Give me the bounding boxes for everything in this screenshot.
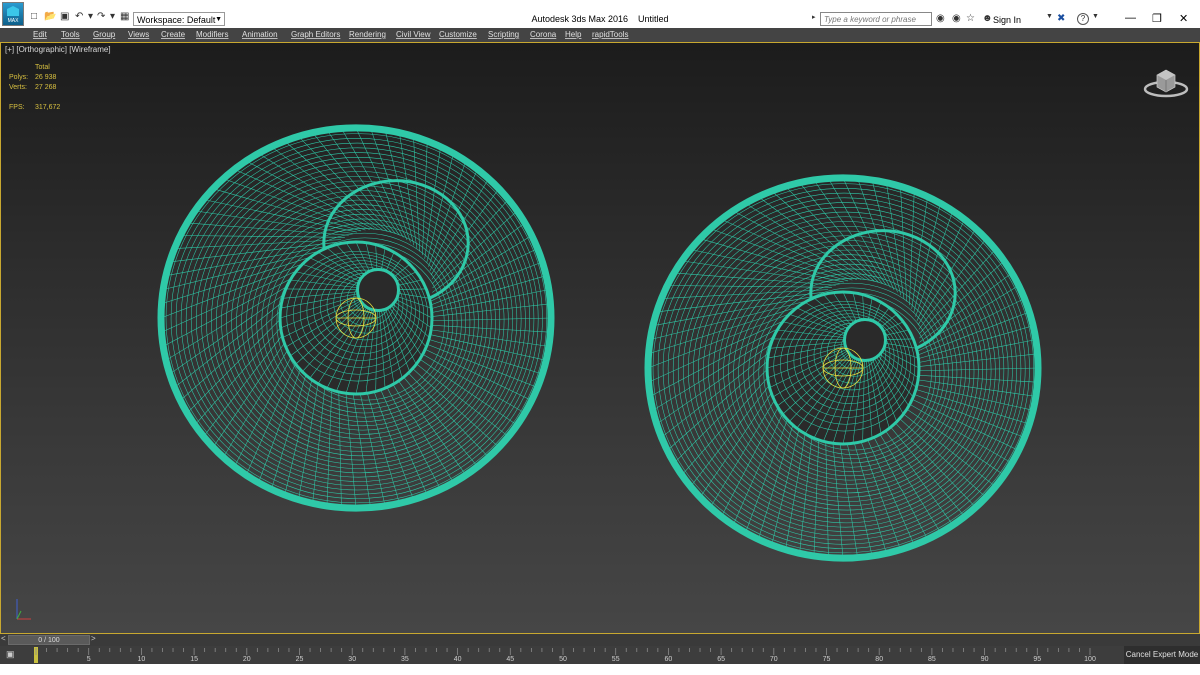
menu-modifiers[interactable]: Modifiers bbox=[196, 30, 228, 39]
timeline-tick-label: 65 bbox=[717, 656, 725, 663]
favorites-star-icon[interactable]: ☆ bbox=[966, 13, 975, 24]
search-expand-icon[interactable]: ▸ bbox=[812, 13, 816, 21]
sign-in-dropdown-icon[interactable]: ▼ bbox=[1046, 13, 1053, 20]
timeline-tick-label: 25 bbox=[296, 656, 304, 663]
time-slider-label: 0 / 100 bbox=[38, 637, 60, 644]
time-slider-prev-button[interactable]: < bbox=[1, 634, 6, 643]
exchange-apps-icon[interactable]: ✖ bbox=[1057, 13, 1065, 24]
timeline-tick-label: 50 bbox=[559, 656, 567, 663]
timeline-tick-label: 80 bbox=[875, 656, 883, 663]
timeline-tick-label: 95 bbox=[1033, 656, 1041, 663]
frame-ruler[interactable]: 5 10 15 20 25 30 35 40 45 50 55 60 65 70 75 80 85 90 95 100 bbox=[0, 646, 1124, 664]
time-slider[interactable]: 0 / 100 bbox=[8, 635, 90, 645]
timeline-ruler[interactable]: ▣ 5 10 15 20 25 30 35 40 45 50 55 60 65 70 75 80 85 90 95 1… bbox=[0, 646, 1200, 664]
close-button[interactable]: ✕ bbox=[1179, 12, 1188, 25]
menu-edit[interactable]: Edit bbox=[33, 30, 47, 39]
menu-animation[interactable]: Animation bbox=[242, 30, 278, 39]
title-bar: MAX □ 📂 ▣ ↶ ▾ ↷ ▾ ▦ Workspace: Default ▼… bbox=[0, 0, 1200, 28]
timeline-tick-label: 10 bbox=[138, 656, 146, 663]
timeline-tick-label: 75 bbox=[823, 656, 831, 663]
menu-views[interactable]: Views bbox=[128, 30, 149, 39]
menu-civil-view[interactable]: Civil View bbox=[396, 30, 431, 39]
timeline-tick-label: 45 bbox=[506, 656, 514, 663]
wireframe-object-left[interactable] bbox=[157, 124, 555, 512]
wireframe-object-right[interactable] bbox=[644, 174, 1042, 562]
timeline-tick-label: 35 bbox=[401, 656, 409, 663]
cancel-expert-mode-button[interactable]: Cancel Expert Mode bbox=[1124, 646, 1200, 664]
binoculars-icon[interactable]: ◉ bbox=[936, 13, 945, 24]
menu-rapidtools[interactable]: rapidTools bbox=[592, 30, 628, 39]
menu-create[interactable]: Create bbox=[161, 30, 185, 39]
menu-bar: Edit Tools Group Views Create Modifiers … bbox=[0, 28, 1200, 42]
restore-button[interactable]: ❐ bbox=[1152, 12, 1162, 25]
menu-group[interactable]: Group bbox=[93, 30, 115, 39]
timeline-tick-label: 5 bbox=[87, 656, 91, 663]
time-slider-next-button[interactable]: > bbox=[91, 634, 96, 643]
search-input[interactable]: Type a keyword or phrase bbox=[820, 12, 932, 26]
timeline-tick-label: 55 bbox=[612, 656, 620, 663]
timeline-tick-label: 15 bbox=[190, 656, 198, 663]
timeline-tick-label: 85 bbox=[928, 656, 936, 663]
communication-center-icon[interactable]: ◉ bbox=[952, 13, 961, 24]
timeline-tick-label: 100 bbox=[1084, 656, 1096, 663]
timeline-tick-label: 70 bbox=[770, 656, 778, 663]
sign-in-button[interactable]: Sign In bbox=[993, 15, 1021, 25]
timeline-tick-label: 30 bbox=[348, 656, 356, 663]
menu-help[interactable]: Help bbox=[565, 30, 581, 39]
help-dropdown-icon[interactable]: ▼ bbox=[1092, 13, 1099, 20]
menu-tools[interactable]: Tools bbox=[61, 30, 80, 39]
time-slider-bar: < 0 / 100 > bbox=[0, 634, 1200, 646]
minimize-button[interactable]: — bbox=[1125, 12, 1136, 24]
timeline-tick-label: 20 bbox=[243, 656, 251, 663]
menu-graph-editors[interactable]: Graph Editors bbox=[291, 30, 340, 39]
timeline-tick-label: 60 bbox=[665, 656, 673, 663]
menu-scripting[interactable]: Scripting bbox=[488, 30, 519, 39]
window-bottom-edge bbox=[0, 664, 1200, 675]
menu-customize[interactable]: Customize bbox=[439, 30, 477, 39]
help-icon[interactable]: ? bbox=[1077, 13, 1089, 25]
timeline-tick-label: 90 bbox=[981, 656, 989, 663]
wireframe-scene[interactable] bbox=[1, 43, 1200, 634]
user-icon: ☻ bbox=[982, 13, 993, 24]
timeline-tick-label: 40 bbox=[454, 656, 462, 663]
orthographic-viewport[interactable]: [+] [Orthographic] [Wireframe] Total Pol… bbox=[0, 42, 1200, 634]
axis-tripod-icon bbox=[16, 599, 31, 620]
menu-corona[interactable]: Corona bbox=[530, 30, 556, 39]
menu-rendering[interactable]: Rendering bbox=[349, 30, 386, 39]
